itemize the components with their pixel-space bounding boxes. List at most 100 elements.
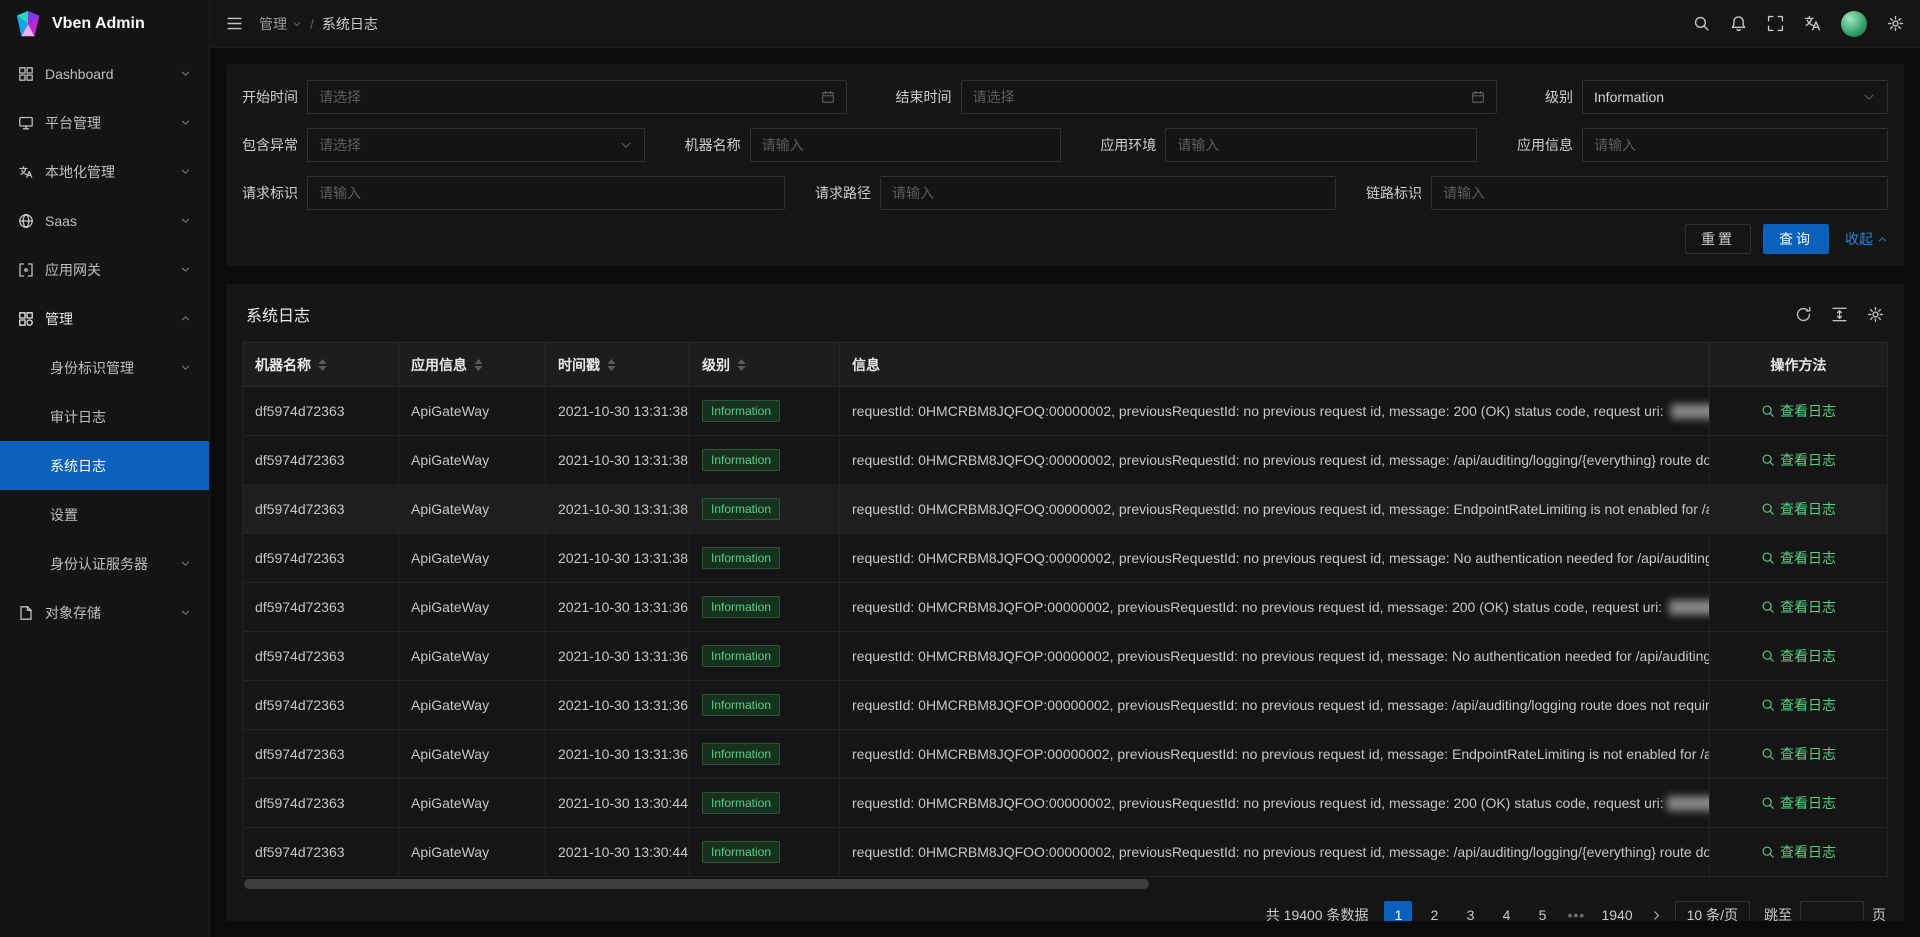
- settings-icon[interactable]: [1867, 306, 1884, 323]
- view-log-link[interactable]: 查看日志: [1761, 744, 1836, 764]
- sidebar-item-audit-logs[interactable]: 审计日志: [0, 392, 209, 441]
- filter-fields: 开始时间请选择结束时间请选择级别Information包含异常请选择机器名称请输…: [242, 80, 1888, 210]
- sidebar-item-settings[interactable]: 设置: [0, 490, 209, 539]
- column-header-app_info[interactable]: 应用信息: [399, 343, 546, 387]
- column-header-machine[interactable]: 机器名称: [243, 343, 399, 387]
- filter-machine-input[interactable]: 请输入: [750, 128, 1061, 162]
- bell-icon[interactable]: [1730, 15, 1747, 32]
- platform-icon: [18, 115, 34, 131]
- sidebar-item-platform[interactable]: 平台管理: [0, 98, 209, 147]
- page-3[interactable]: 3: [1456, 901, 1484, 921]
- cell-message: requestId: 0HMCRBM8JQFOP:00000002, previ…: [840, 632, 1710, 681]
- page-content: 开始时间请选择结束时间请选择级别Information包含异常请选择机器名称请输…: [210, 48, 1920, 937]
- sort-icon[interactable]: [474, 359, 483, 371]
- storage-icon: [18, 605, 34, 621]
- sidebar-item-label: 设置: [50, 505, 78, 525]
- menu-fold-icon[interactable]: [226, 15, 243, 32]
- page-ellipsis[interactable]: •••: [1564, 907, 1588, 921]
- cell-app-info: ApiGateWay: [399, 828, 546, 877]
- cell-app-info: ApiGateWay: [399, 387, 546, 436]
- total-count: 共 19400 条数据: [1266, 905, 1369, 921]
- sidebar-item-system-logs[interactable]: 系统日志: [0, 441, 209, 490]
- search-icon[interactable]: [1693, 15, 1710, 32]
- settings-icon[interactable]: [1887, 15, 1904, 32]
- sidebar-item-gateway[interactable]: 应用网关: [0, 245, 209, 294]
- cell-machine-name: df5974d72363: [243, 485, 399, 534]
- filter-path-input[interactable]: 请输入: [880, 176, 1336, 210]
- filter-env-input[interactable]: 请输入: [1165, 128, 1477, 162]
- log-table: 机器名称应用信息时间戳级别信息操作方法 df5974d72363ApiGateW…: [242, 342, 1888, 877]
- avatar[interactable]: [1841, 11, 1867, 37]
- breadcrumb-parent[interactable]: 管理: [259, 14, 302, 34]
- next-page-icon[interactable]: [1650, 909, 1663, 922]
- page-1[interactable]: 1: [1384, 901, 1412, 921]
- sidebar-item-dashboard[interactable]: Dashboard: [0, 49, 209, 98]
- column-height-icon[interactable]: [1831, 306, 1848, 323]
- fullscreen-icon[interactable]: [1767, 15, 1784, 32]
- jump-page-input[interactable]: [1800, 901, 1864, 921]
- page-2[interactable]: 2: [1420, 901, 1448, 921]
- filter-trace-input[interactable]: 请输入: [1431, 176, 1888, 210]
- cell-level: Information: [690, 828, 840, 877]
- pagination: 共 19400 条数据 12345•••1940 10 条/页 跳至 页: [242, 889, 1888, 921]
- view-log-label: 查看日志: [1780, 695, 1836, 715]
- collapse-link[interactable]: 收起: [1845, 229, 1888, 249]
- view-log-link[interactable]: 查看日志: [1761, 793, 1836, 813]
- saas-icon: [18, 213, 34, 229]
- filter-start-datepicker[interactable]: 请选择: [307, 80, 847, 114]
- level-badge: Information: [702, 645, 780, 667]
- sidebar-item-label: 本地化管理: [45, 162, 115, 182]
- sidebar-item-management[interactable]: 管理: [0, 294, 209, 343]
- filter-level-select[interactable]: Information: [1582, 80, 1888, 114]
- filter-appinfo-input[interactable]: 请输入: [1582, 128, 1888, 162]
- sidebar-item-saas[interactable]: Saas: [0, 196, 209, 245]
- filter-field-path: 请求路径请输入: [815, 176, 1336, 210]
- sidebar-item-object-storage[interactable]: 对象存储: [0, 588, 209, 637]
- chevron-down-icon: [1862, 90, 1876, 104]
- column-header-level[interactable]: 级别: [690, 343, 840, 387]
- filter-request-input[interactable]: 请输入: [307, 176, 785, 210]
- column-header-action: 操作方法: [1710, 343, 1888, 387]
- sidebar-item-localization[interactable]: 本地化管理: [0, 147, 209, 196]
- sort-icon[interactable]: [318, 359, 327, 371]
- view-log-link[interactable]: 查看日志: [1761, 499, 1836, 519]
- scrollbar-thumb[interactable]: [244, 879, 1149, 889]
- view-log-link[interactable]: 查看日志: [1761, 548, 1836, 568]
- cell-message: requestId: 0HMCRBM8JQFOP:00000002, previ…: [840, 583, 1710, 632]
- magnifier-icon: [1761, 649, 1775, 663]
- filter-exception-select[interactable]: 请选择: [307, 128, 645, 162]
- message-text: requestId: 0HMCRBM8JQFOO:00000002, previ…: [852, 844, 1710, 860]
- view-log-link[interactable]: 查看日志: [1761, 695, 1836, 715]
- logo[interactable]: Vben Admin: [0, 0, 209, 48]
- sort-icon[interactable]: [607, 359, 616, 371]
- table-header-row: 机器名称应用信息时间戳级别信息操作方法: [243, 343, 1888, 387]
- sidebar-item-identity[interactable]: 身份标识管理: [0, 343, 209, 392]
- page-1940[interactable]: 1940: [1596, 901, 1637, 921]
- view-log-link[interactable]: 查看日志: [1761, 842, 1836, 862]
- reset-button[interactable]: 重置: [1685, 224, 1751, 254]
- message-text: requestId: 0HMCRBM8JQFOP:00000002, previ…: [852, 746, 1710, 762]
- page-4[interactable]: 4: [1492, 901, 1520, 921]
- cell-level: Information: [690, 730, 840, 779]
- view-log-link[interactable]: 查看日志: [1761, 597, 1836, 617]
- filter-end-datepicker[interactable]: 请选择: [961, 80, 1497, 114]
- column-header-timestamp[interactable]: 时间戳: [546, 343, 690, 387]
- search-button[interactable]: 查询: [1763, 224, 1829, 254]
- page-5[interactable]: 5: [1528, 901, 1556, 921]
- table-row: df5974d72363ApiGateWay2021-10-30 13:31:3…: [243, 583, 1888, 632]
- sidebar-item-auth-server[interactable]: 身份认证服务器: [0, 539, 209, 588]
- cell-level: Information: [690, 779, 840, 828]
- view-log-link[interactable]: 查看日志: [1761, 401, 1836, 421]
- chevron-down-icon: [619, 138, 633, 152]
- page-size-select[interactable]: 10 条/页: [1675, 901, 1750, 921]
- cell-machine-name: df5974d72363: [243, 583, 399, 632]
- translate-icon[interactable]: [1804, 15, 1821, 32]
- breadcrumb-separator: /: [310, 16, 314, 32]
- refresh-icon[interactable]: [1795, 306, 1812, 323]
- view-log-label: 查看日志: [1780, 450, 1836, 470]
- sort-icon[interactable]: [737, 359, 746, 371]
- view-log-link[interactable]: 查看日志: [1761, 646, 1836, 666]
- cell-timestamp: 2021-10-30 13:31:36: [546, 583, 690, 632]
- view-log-link[interactable]: 查看日志: [1761, 450, 1836, 470]
- view-log-label: 查看日志: [1780, 793, 1836, 813]
